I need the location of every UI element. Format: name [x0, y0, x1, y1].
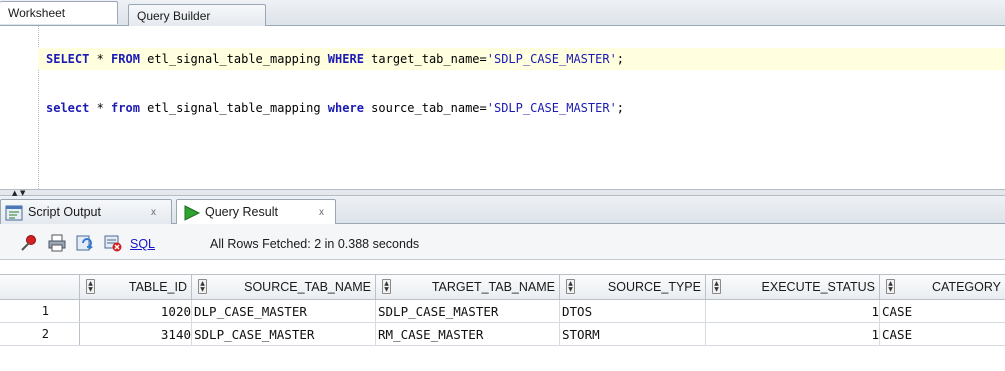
column-header-label: SOURCE_TAB_NAME: [244, 280, 371, 294]
run-triangle-icon: [183, 205, 201, 224]
sql-editor[interactable]: SELECT * FROM etl_signal_table_mapping W…: [0, 26, 1005, 189]
sort-icon[interactable]: ▲ ▼: [198, 279, 207, 294]
cell-category[interactable]: CASE: [880, 323, 1005, 345]
cell-source-type[interactable]: STORM: [560, 323, 706, 345]
cell-source-tab-name[interactable]: DLP_CASE_MASTER: [192, 300, 376, 322]
cell-target-tab-name[interactable]: RM_CASE_MASTER: [376, 323, 560, 345]
cell-table-id[interactable]: 1020: [80, 300, 192, 322]
fetch-status-text: All Rows Fetched: 2 in 0.388 seconds: [210, 237, 420, 251]
cell-source-tab-name[interactable]: SDLP_CASE_MASTER: [192, 323, 376, 345]
sql-table-name: etl_signal_table_mapping: [139, 52, 328, 66]
sql-keyword-from: FROM: [111, 52, 140, 66]
row-number[interactable]: 2: [0, 323, 80, 345]
sql-keyword-select: SELECT: [46, 52, 90, 66]
cell-table-id[interactable]: 3140: [80, 323, 192, 345]
editor-gutter: [0, 26, 38, 189]
results-toolbar: SQL All Rows Fetched: 2 in 0.388 seconds: [0, 224, 1005, 260]
sql-string-literal: 'SDLP_CASE_MASTER': [486, 101, 617, 115]
result-tab-bar: Script Output x Query Result x: [0, 196, 1005, 224]
pane-splitter[interactable]: ▲ ▼: [0, 189, 1005, 197]
sql-table-name: etl_signal_table_mapping: [139, 101, 328, 115]
tab-script-output[interactable]: Script Output x: [0, 199, 172, 224]
column-header-label: SOURCE_TYPE: [607, 280, 701, 294]
tab-query-result-label: Query Result: [205, 205, 278, 219]
tab-query-builder[interactable]: Query Builder: [128, 4, 266, 27]
column-header-label: TABLE_ID: [128, 280, 187, 294]
table-row[interactable]: 1 1020 DLP_CASE_MASTER SDLP_CASE_MASTER …: [0, 300, 1005, 323]
tab-script-output-label: Script Output: [28, 205, 101, 219]
column-header-label: CATEGORY: [932, 280, 1001, 294]
cell-source-type[interactable]: DTOS: [560, 300, 706, 322]
close-query-result-icon[interactable]: x: [319, 207, 324, 218]
script-output-icon: [5, 205, 23, 224]
sort-icon[interactable]: ▲ ▼: [566, 279, 575, 294]
column-header-label: TARGET_TAB_NAME: [431, 280, 555, 294]
sql-link[interactable]: SQL: [130, 237, 155, 251]
close-script-output-icon[interactable]: x: [151, 207, 156, 218]
sql-string-literal: 'SDLP_CASE_MASTER': [486, 52, 617, 66]
sql-star: *: [89, 52, 112, 66]
sql-terminator: ;: [616, 101, 625, 115]
column-header-category[interactable]: ▲ ▼ CATEGORY: [880, 275, 1005, 299]
sql-keyword-where: WHERE: [327, 52, 364, 66]
sort-icon[interactable]: ▲ ▼: [86, 279, 95, 294]
sql-terminator: ;: [616, 52, 625, 66]
pin-icon[interactable]: [20, 234, 38, 252]
sql-keyword-where: where: [327, 101, 364, 115]
column-header-label: EXECUTE_STATUS: [761, 280, 875, 294]
cell-category[interactable]: CASE: [880, 300, 1005, 322]
sort-icon[interactable]: ▲ ▼: [712, 279, 721, 294]
column-header-execute-status[interactable]: ▲ ▼ EXECUTE_STATUS: [706, 275, 880, 299]
sql-condition: source_tab_name=: [363, 101, 487, 115]
sort-icon[interactable]: ▲ ▼: [382, 279, 391, 294]
table-row[interactable]: 2 3140 SDLP_CASE_MASTER RM_CASE_MASTER S…: [0, 323, 1005, 346]
row-number-header: [0, 275, 80, 299]
cell-execute-status[interactable]: 1: [706, 300, 880, 322]
cell-target-tab-name[interactable]: SDLP_CASE_MASTER: [376, 300, 560, 322]
column-header-table-id[interactable]: ▲ ▼ TABLE_ID: [80, 275, 192, 299]
sql-star: *: [89, 101, 112, 115]
column-header-source-tab-name[interactable]: ▲ ▼ SOURCE_TAB_NAME: [192, 275, 376, 299]
sort-icon[interactable]: ▲ ▼: [886, 279, 895, 294]
sql-condition: target_tab_name=: [363, 52, 487, 66]
sql-line-2[interactable]: select * from etl_signal_table_mapping w…: [38, 97, 1005, 119]
delete-icon[interactable]: [104, 234, 122, 252]
grid-header-row: ▲ ▼ TABLE_ID ▲ ▼ SOURCE_TAB_NAME ▲ ▼ TARGET…: [0, 274, 1005, 300]
column-header-source-type[interactable]: ▲ ▼ SOURCE_TYPE: [560, 275, 706, 299]
results-grid[interactable]: ▲ ▼ TABLE_ID ▲ ▼ SOURCE_TAB_NAME ▲ ▼ TARGET…: [0, 260, 1005, 371]
refresh-icon[interactable]: [76, 234, 94, 252]
cell-execute-status[interactable]: 1: [706, 323, 880, 345]
tab-worksheet[interactable]: Worksheet: [0, 1, 118, 24]
sql-keyword-from: from: [111, 101, 140, 115]
tab-query-result[interactable]: Query Result x: [176, 199, 336, 224]
editor-tab-bar: Worksheet Query Builder: [0, 0, 1005, 27]
column-header-target-tab-name[interactable]: ▲ ▼ TARGET_TAB_NAME: [376, 275, 560, 299]
print-icon[interactable]: [48, 234, 66, 252]
row-number[interactable]: 1: [0, 300, 80, 322]
sql-keyword-select: select: [46, 101, 90, 115]
sql-line-1[interactable]: SELECT * FROM etl_signal_table_mapping W…: [38, 48, 1005, 70]
